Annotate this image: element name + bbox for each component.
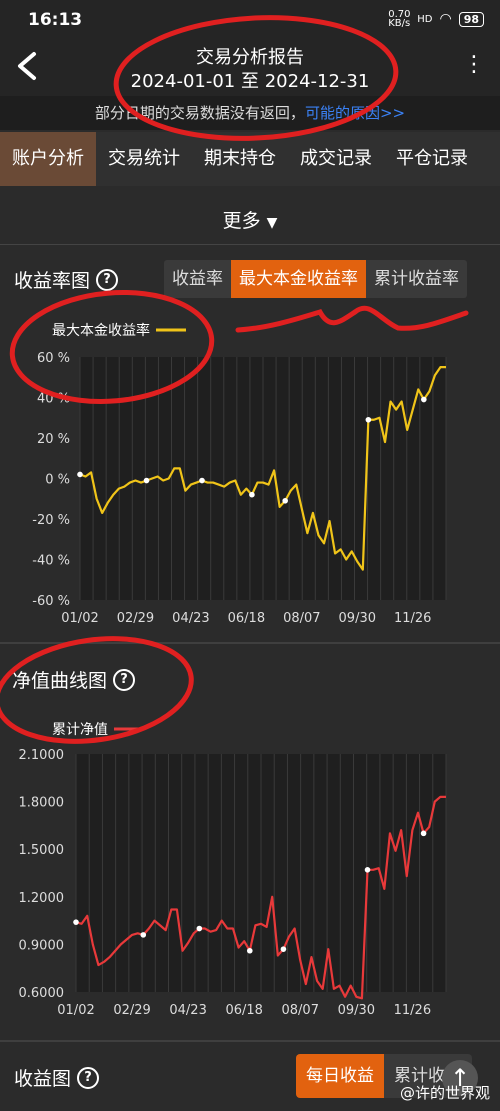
section-divider [0,642,500,644]
return-chart-title-text: 收益率图 [14,270,91,292]
return-chart-title: 收益率图 ? [14,266,119,293]
x-tick-label: 08/07 [283,611,320,626]
y-tick-label: 1.8000 [19,796,65,811]
nav-chart-title: 净值曲线图 ? [12,666,136,693]
y-tick-label: 2.1000 [19,748,65,763]
nav-curve-chart: 0.6000 0.9000 1.2000 1.5000 1.8000 2.1000 01/0… [19,722,447,1018]
marker-dot [73,919,79,925]
y-tick-label: 0.9000 [19,938,65,953]
y-tick-label: 0.6000 [19,986,65,1001]
tab-fill-records[interactable]: 成交记录 [288,132,384,186]
triangle-down-icon: ▼ [266,215,278,231]
profit-chart-title-text: 收益图 [14,1068,72,1090]
x-tick-label: 06/18 [225,1003,262,1018]
help-icon[interactable]: ? [96,268,119,291]
marker-dot [77,471,83,478]
marker-dot [421,396,427,403]
marker-dot [199,477,205,484]
date-range: 2024-01-01 至 2024-12-31 [130,71,370,92]
marker-dot [246,947,253,954]
status-time: 16:13 [28,10,83,30]
y-tick-label: 40 % [37,392,70,407]
x-tick-label: 04/23 [169,1003,206,1018]
return-rate-chart: -60 % -40 % -20 % 0 % 20 % 40 % 60 % 01/02 02/29… [32,322,447,626]
x-tick-label: 08/07 [282,1003,319,1018]
x-tick-label: 04/23 [172,611,209,626]
profit-chart-title: 收益图 ? [14,1064,100,1091]
help-icon[interactable]: ? [77,1066,100,1089]
x-tick-label: 09/30 [338,1003,375,1018]
page-title: 交易分析报告 [196,47,304,68]
x-tick-label: 02/29 [117,611,154,626]
marker-dot [143,477,150,484]
main-tabs: 账户分析 交易统计 期末持仓 成交记录 平仓记录 [0,132,500,186]
network-speed: 0.70 KB/s [388,9,411,29]
option-max-principal-return[interactable]: 最大本金收益率 [231,260,366,298]
y-tick-label: -40 % [32,554,70,569]
status-bar: 16:13 0.70 KB/s HD ◠ 98 [0,0,500,40]
tab-trade-stats[interactable]: 交易统计 [96,132,192,186]
x-tick-label: 01/02 [57,1003,94,1018]
return-type-selector: 收益率 最大本金收益率 累计收益率 [164,260,467,298]
notice-link[interactable]: 可能的原因>> [305,104,405,122]
marker-dot [280,946,287,952]
tab-ending-positions[interactable]: 期末持仓 [192,132,288,186]
marker-dot [196,925,203,932]
y-tick-label: 20 % [37,432,70,447]
marker-dot [249,491,255,498]
marker-dot [364,867,371,873]
marker-dot [420,830,427,837]
x-tick-label: 11/26 [394,611,431,626]
marker-dot [140,932,147,938]
more-dropdown[interactable]: 更多 ▼ [0,198,500,245]
x-tick-label: 09/30 [339,611,376,626]
option-daily-profit[interactable]: 每日收益 [296,1054,384,1098]
more-menu-icon[interactable]: ⋮ [463,52,486,77]
section-divider [0,1040,500,1042]
app-header: 交易分析报告 2024-01-01 至 2024-12-31 ⋮ [0,40,500,96]
x-tick-label: 01/02 [61,611,98,626]
legend-label: 最大本金收益率 [52,322,150,339]
marker-dot [365,416,372,423]
tab-close-records[interactable]: 平仓记录 [384,132,480,186]
status-icons: 0.70 KB/s HD ◠ 98 [388,9,484,29]
option-return-rate[interactable]: 收益率 [164,260,231,298]
y-tick-label: -60 % [32,594,70,609]
marker-dot [282,497,288,504]
help-icon[interactable]: ? [113,668,136,691]
x-tick-label: 02/29 [113,1003,150,1018]
option-cumulative-return[interactable]: 累计收益率 [366,260,467,298]
x-tick-label: 06/18 [228,611,265,626]
tab-account-analysis[interactable]: 账户分析 [0,132,96,186]
notice-text: 部分日期的交易数据没有返回， [94,104,305,122]
hd-signal-icon: HD [417,13,433,25]
y-tick-label: 1.5000 [19,843,65,858]
more-label: 更多 [222,210,261,232]
y-tick-label: 0 % [45,473,70,488]
y-tick-label: 1.2000 [19,891,65,906]
x-tick-label: 11/26 [394,1003,431,1018]
wifi-icon: ◠ [439,11,452,27]
nav-chart-title-text: 净值曲线图 [12,670,108,692]
y-tick-label: 60 % [37,351,70,366]
y-tick-label: -20 % [32,513,70,528]
legend-label: 累计净值 [52,722,108,738]
data-notice: 部分日期的交易数据没有返回，可能的原因>> [0,96,500,130]
watermark: @许的世界观 [399,1084,490,1102]
battery-icon: 98 [458,11,484,27]
